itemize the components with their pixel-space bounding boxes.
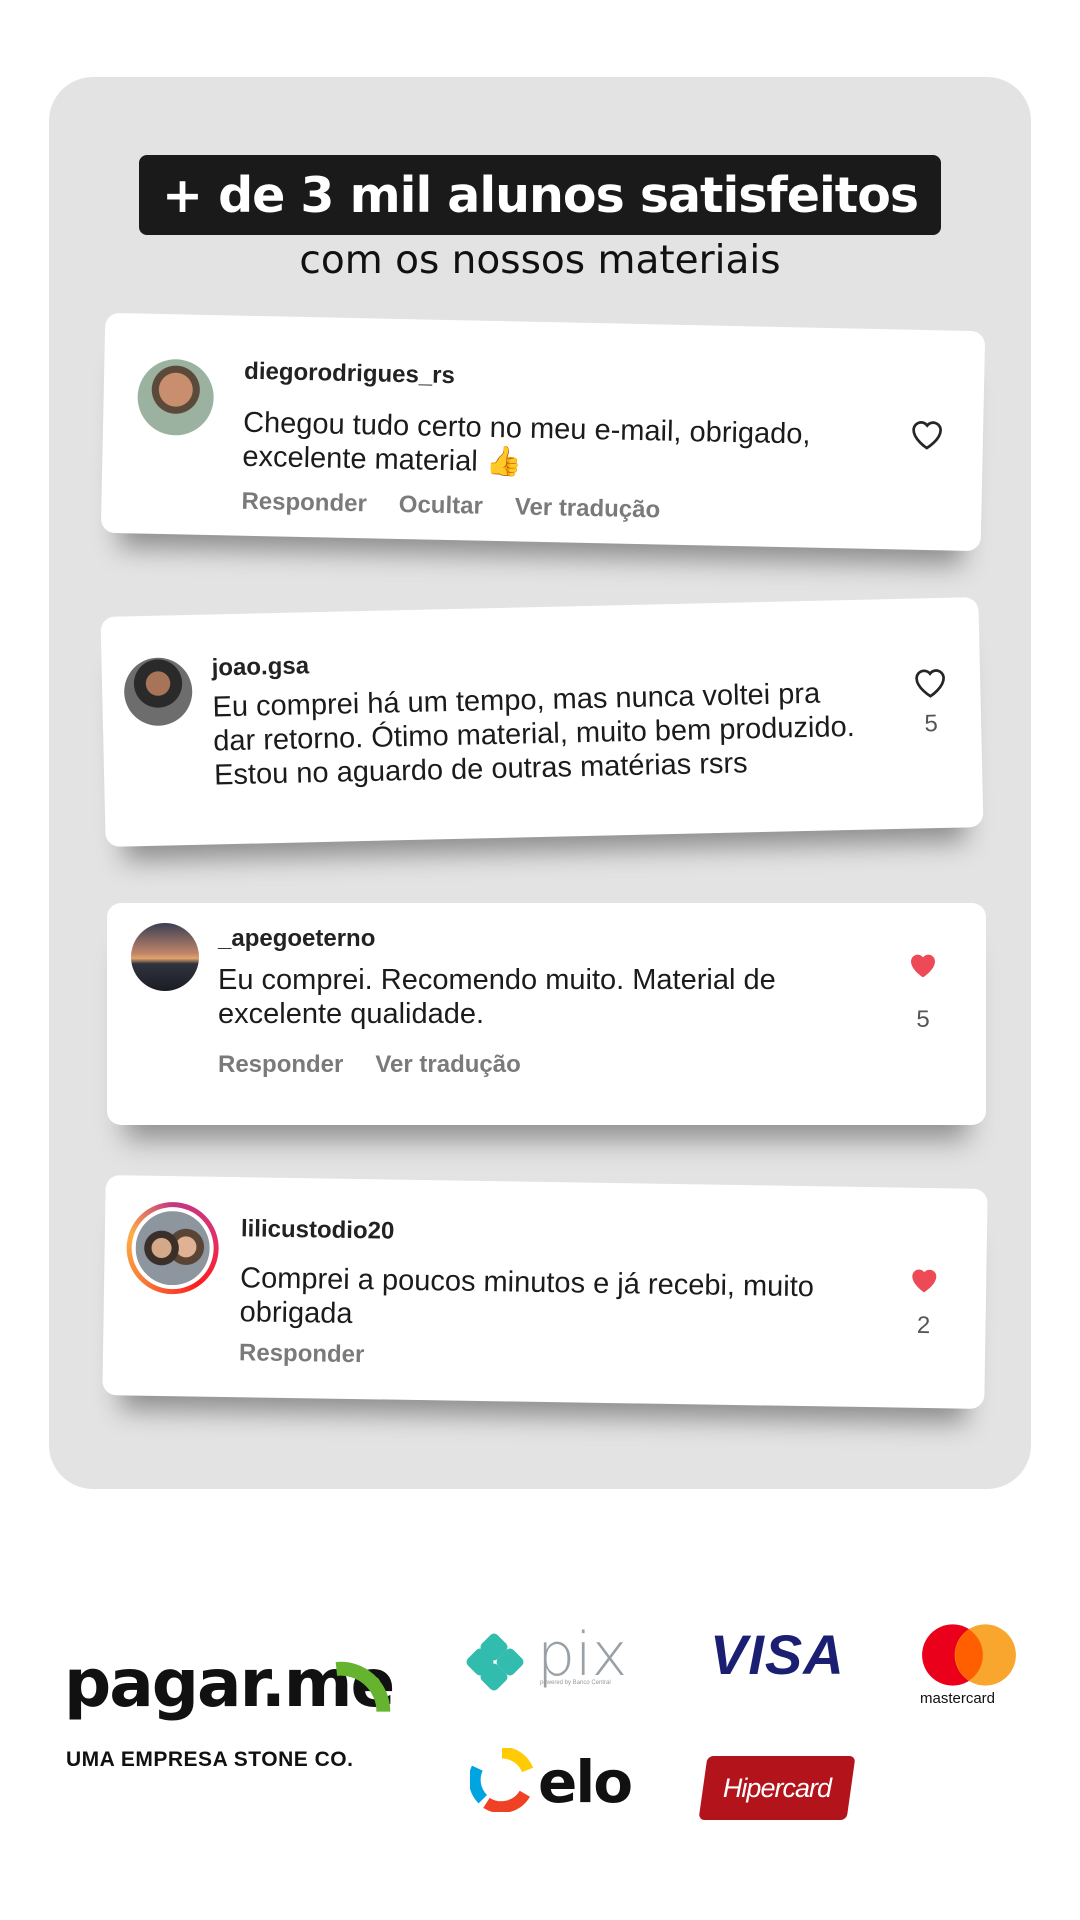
pagarme-arc-icon: [335, 1661, 391, 1712]
avatar[interactable]: [136, 358, 215, 437]
like-count: 2: [916, 1311, 931, 1340]
headline-banner: + de 3 mil alunos satisfeitos: [139, 155, 941, 235]
comment-username[interactable]: joao.gsa: [211, 652, 309, 682]
comment-username[interactable]: _apegoeterno: [218, 925, 375, 953]
comment-text: Chegou tudo certo no meu e-mail, obrigad…: [242, 406, 811, 479]
comment-actions: Responder: [239, 1339, 397, 1369]
comment-text: Eu comprei há um tempo, mas nunca voltei…: [212, 677, 856, 792]
avatar-story-ring[interactable]: [125, 1201, 220, 1295]
heart-outline-icon[interactable]: [912, 664, 949, 699]
comment-username[interactable]: lilicustodio20: [241, 1215, 395, 1245]
comment-card: lilicustodio20 Comprei a poucos minutos …: [102, 1175, 988, 1409]
reply-button[interactable]: Responder: [239, 1339, 365, 1368]
heart-filled-icon[interactable]: [907, 949, 939, 979]
comment-actions: Responder Ocultar Ver tradução: [241, 488, 692, 525]
comment-card: joao.gsa Eu comprei há um tempo, mas nun…: [100, 597, 984, 847]
comment-text: Eu comprei. Recomendo muito. Material de…: [218, 964, 776, 1030]
subheadline: com os nossos materiais: [299, 238, 781, 283]
mastercard-logo: mastercard: [920, 1690, 996, 1707]
pix-icon: [466, 1633, 524, 1691]
hide-button[interactable]: Ocultar: [399, 491, 484, 520]
pix-sub: powered by Banco Central: [540, 1680, 611, 1686]
visa-logo: VISA: [710, 1623, 845, 1686]
comment-username[interactable]: diegorodrigues_rs: [244, 358, 455, 390]
elo-logo: elo: [538, 1748, 633, 1816]
comment-card: diegorodrigues_rs Chegou tudo certo no m…: [100, 312, 986, 552]
comment-actions: Responder Ver tradução: [218, 1051, 553, 1079]
heart-filled-icon[interactable]: [908, 1264, 940, 1294]
hipercard-logo: Hipercard: [698, 1756, 856, 1820]
reply-button[interactable]: Responder: [241, 488, 367, 518]
avatar[interactable]: [131, 923, 199, 991]
translate-button[interactable]: Ver tradução: [375, 1051, 520, 1078]
mastercard-icon: [922, 1624, 1016, 1686]
pagarme-tagline: UMA EMPRESA STONE CO.: [66, 1748, 354, 1771]
heart-outline-icon[interactable]: [909, 416, 946, 451]
comment-text: Comprei a poucos minutos e já recebi, mu…: [239, 1262, 815, 1330]
avatar[interactable]: [123, 656, 193, 727]
translate-button[interactable]: Ver tradução: [515, 493, 661, 523]
like-count: 5: [916, 1006, 930, 1033]
like-count: 5: [924, 710, 939, 738]
elo-icon: [470, 1748, 534, 1812]
hipercard-label: Hipercard: [722, 1772, 832, 1803]
comment-card: _apegoeterno Eu comprei. Recomendo muito…: [107, 903, 986, 1125]
reply-button[interactable]: Responder: [218, 1051, 343, 1078]
